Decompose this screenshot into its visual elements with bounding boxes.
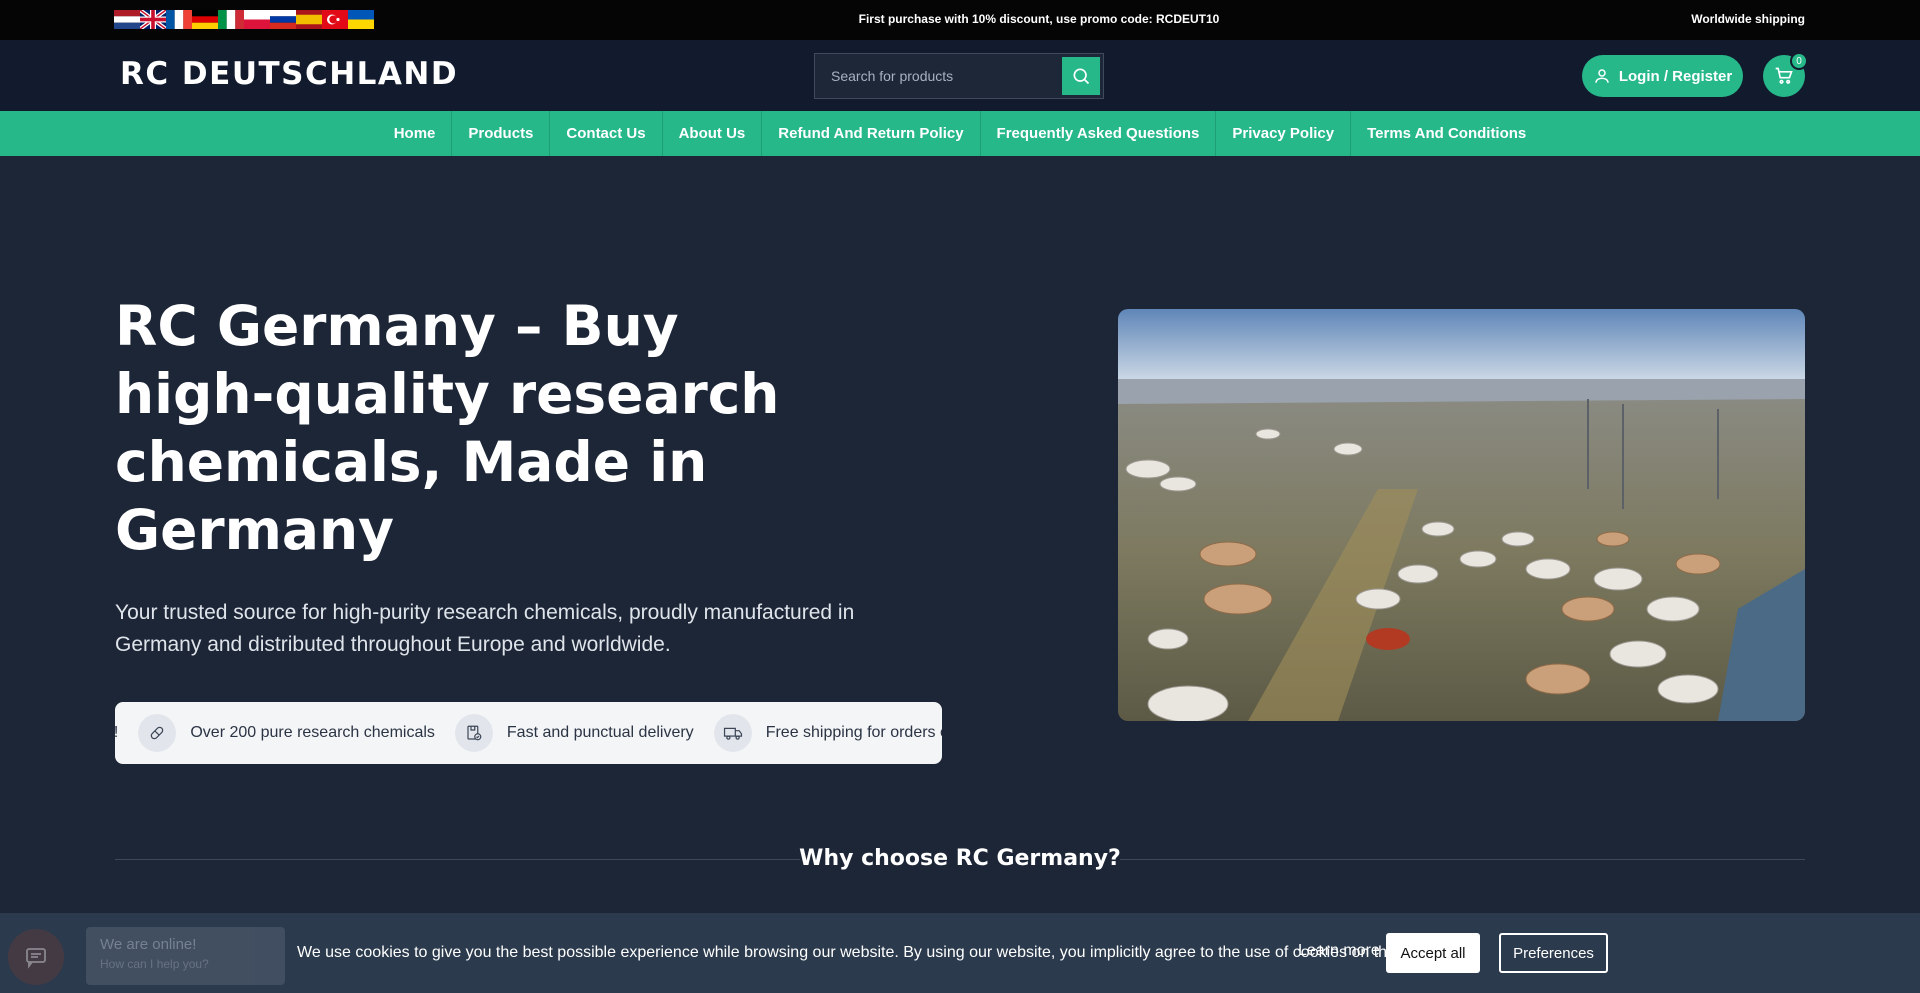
nav-item-products[interactable]: Products: [451, 111, 549, 156]
promo-text: First purchase with 10% discount, use pr…: [858, 12, 1220, 26]
chat-greeting[interactable]: We are online! How can I help you?: [86, 927, 285, 985]
nav-item-home[interactable]: Home: [378, 111, 452, 156]
truck-icon: [713, 714, 752, 752]
shipping-text: Worldwide shipping: [1691, 12, 1805, 26]
nav-item-terms[interactable]: Terms And Conditions: [1350, 111, 1542, 156]
login-label: Login / Register: [1618, 67, 1733, 85]
feature-item: Fast and punctual delivery: [454, 714, 694, 752]
cookie-consent-bar: We use cookies to give you the best poss…: [0, 913, 1920, 993]
search-bar: [814, 53, 1104, 99]
nav-item-contact-us[interactable]: Contact Us: [549, 111, 661, 156]
nav-item-about-us[interactable]: About Us: [661, 111, 762, 156]
cart-button[interactable]: 0: [1763, 52, 1808, 97]
feature-item: Free shipping for orders over: [713, 714, 942, 752]
hero-image-refinery: [1118, 309, 1805, 721]
login-register-button[interactable]: Login / Register: [1582, 55, 1743, 97]
chat-status: We are online!: [100, 936, 197, 953]
hero-subtitle: Your trusted source for high-purity rese…: [115, 601, 855, 656]
search-button[interactable]: [1062, 57, 1100, 95]
feature-label: Over 200 pure research chemicals: [190, 724, 435, 741]
search-icon: [1073, 68, 1090, 85]
feature-item: Over 200 pure research chemicals: [138, 714, 435, 752]
preferences-button[interactable]: Preferences: [1499, 933, 1608, 973]
why-section-header: Why choose RC Germany?: [115, 844, 1805, 874]
pill-icon: [138, 714, 177, 752]
package-check-icon: [454, 714, 493, 752]
learn-more-link[interactable]: Learn more: [1298, 942, 1380, 960]
site-logo[interactable]: RC DEUTSCHLAND: [120, 56, 458, 92]
feature-label: Free shipping for orders over: [765, 724, 942, 741]
nav-item-privacy-policy[interactable]: Privacy Policy: [1215, 111, 1350, 156]
hero-title: RC Germany – Buy high-quality research c…: [115, 294, 780, 562]
feature-item: €!: [115, 724, 118, 742]
feature-label: Fast and punctual delivery: [506, 724, 694, 741]
cart-count-badge: 0: [1790, 52, 1808, 70]
chat-icon: [26, 948, 46, 969]
search-input[interactable]: [815, 54, 1063, 98]
features-ticker: €! Over 200 pure research chemicals Fast…: [115, 702, 942, 764]
accept-all-button[interactable]: Accept all: [1386, 933, 1480, 973]
nav-item-refund-policy[interactable]: Refund And Return Policy: [761, 111, 979, 156]
cookie-message: We use cookies to give you the best poss…: [297, 944, 1433, 961]
header: RC DEUTSCHLAND Login / Register 0: [0, 40, 1920, 111]
chat-launcher-button[interactable]: [8, 929, 64, 985]
cart-icon: [1775, 67, 1793, 84]
main-nav: Home Products Contact Us About Us Refund…: [0, 111, 1920, 156]
chat-prompt: How can I help you?: [100, 957, 209, 971]
user-icon: [1595, 69, 1609, 83]
why-title: Why choose RC Germany?: [799, 846, 1121, 871]
feature-label: €!: [115, 724, 118, 742]
nav-item-faq[interactable]: Frequently Asked Questions: [979, 111, 1216, 156]
top-bar: First purchase with 10% discount, use pr…: [0, 0, 1920, 40]
